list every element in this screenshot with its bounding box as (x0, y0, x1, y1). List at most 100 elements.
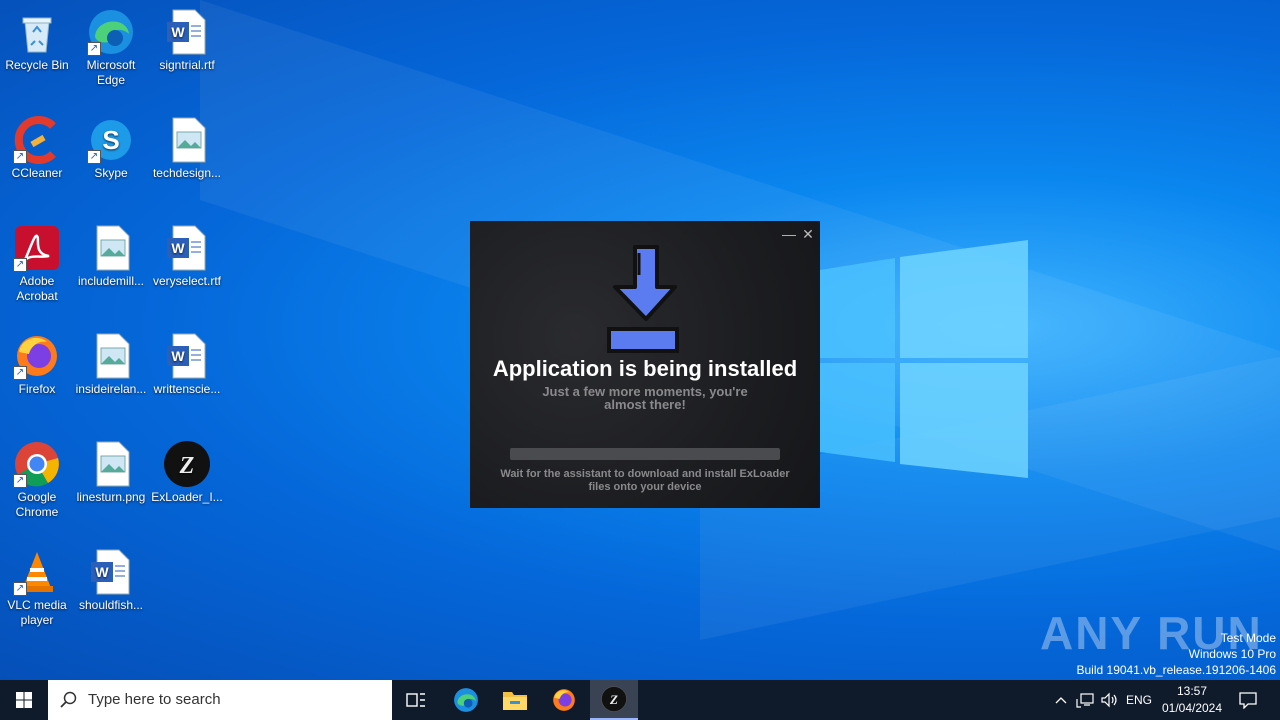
search-icon (60, 691, 77, 708)
word-document-icon: W (163, 332, 211, 380)
ccleaner-icon: ↗ (13, 116, 61, 164)
shortcut-arrow-icon: ↗ (87, 42, 101, 56)
firefox-icon: ↗ (13, 332, 61, 380)
icon-label: writtenscie... (153, 382, 221, 396)
icon-label: techdesign... (152, 166, 222, 180)
icon-label: Firefox (18, 382, 56, 396)
desktop-icon-recycle-bin[interactable]: Recycle Bin (0, 8, 75, 73)
search-placeholder: Type here to search (88, 691, 221, 708)
download-arrow-icon (607, 245, 679, 353)
notification-icon (1239, 692, 1257, 709)
taskbar: Type here to search Z ENG 13:57 01/04/20… (0, 680, 1280, 720)
icon-label: Google Chrome (15, 490, 59, 519)
desktop-icon-includemill[interactable]: includemill... (73, 224, 149, 289)
icon-label: CCleaner (11, 166, 63, 180)
icon-label: ExLoader_I... (151, 490, 223, 504)
shortcut-arrow-icon: ↗ (13, 258, 27, 272)
shortcut-arrow-icon: ↗ (13, 474, 27, 488)
desktop-icon-writtenscie[interactable]: W writtenscie... (149, 332, 225, 397)
desktop-icon-insideirelan[interactable]: insideirelan... (73, 332, 149, 397)
desktop-icon-shouldfish[interactable]: W shouldfish... (73, 548, 149, 613)
install-progress-bar (510, 448, 780, 460)
svg-text:Z: Z (179, 453, 195, 479)
svg-text:W: W (171, 348, 185, 364)
image-file-icon (87, 440, 135, 488)
edge-icon (454, 688, 478, 712)
desktop-icon-techdesign[interactable]: techdesign... (149, 116, 225, 181)
icon-label: linesturn.png (76, 490, 146, 504)
watermark-info: Test Mode Windows 10 Pro Build 19041.vb_… (1077, 630, 1277, 678)
svg-text:S: S (102, 125, 119, 155)
desktop-icon-ccleaner[interactable]: ↗ CCleaner (0, 116, 75, 181)
dialog-subtitle: Just a few more moments, you're almost t… (542, 384, 748, 412)
edge-icon: ↗ (87, 8, 135, 56)
clock-time: 13:57 (1176, 684, 1208, 698)
task-view-icon (406, 693, 425, 707)
shortcut-arrow-icon: ↗ (13, 150, 27, 164)
installer-dialog: — ✕ Application is being installed Just … (470, 221, 820, 508)
windows-start-icon (16, 692, 32, 708)
dialog-title: Application is being installed (492, 356, 798, 381)
image-file-icon (163, 116, 211, 164)
taskbar-file-explorer-button[interactable] (491, 680, 539, 720)
word-document-icon: W (163, 224, 211, 272)
icon-label: Skype (94, 166, 128, 180)
chrome-icon: ↗ (13, 440, 61, 488)
svg-text:W: W (95, 564, 109, 580)
svg-text:W: W (171, 24, 185, 40)
image-file-icon (87, 224, 135, 272)
icon-label: Recycle Bin (5, 58, 69, 72)
taskbar-clock[interactable]: 13:57 01/04/2024 (1156, 683, 1228, 717)
start-button[interactable] (0, 680, 48, 720)
shortcut-arrow-icon: ↗ (13, 582, 27, 596)
desktop-icon-signtrial[interactable]: W signtrial.rtf (149, 8, 225, 73)
desktop: Recycle Bin ↗ Microsoft Edge W signtrial… (0, 0, 1280, 680)
chevron-up-icon (1055, 697, 1067, 704)
volume-button[interactable] (1097, 680, 1121, 720)
desktop-icon-exloader[interactable]: Z ExLoader_I... (149, 440, 225, 505)
desktop-icon-linesturn[interactable]: linesturn.png (73, 440, 149, 505)
image-file-icon (87, 332, 135, 380)
word-document-icon: W (163, 8, 211, 56)
desktop-icon-adobe-acrobat[interactable]: ↗ Adobe Acrobat (0, 224, 75, 304)
windows-logo (820, 240, 1028, 478)
icon-label: VLC media player (7, 598, 67, 627)
desktop-icon-skype[interactable]: S ↗ Skype (73, 116, 149, 181)
dialog-hint: Wait for the assistant to download and i… (500, 468, 790, 493)
show-hidden-icons-button[interactable] (1050, 680, 1072, 720)
desktop-icon-veryselect[interactable]: W veryselect.rtf (149, 224, 225, 289)
skype-icon: S ↗ (87, 116, 135, 164)
action-center-button[interactable] (1230, 680, 1266, 720)
taskbar-edge-button[interactable] (442, 680, 490, 720)
task-view-button[interactable] (392, 680, 440, 720)
build-label: Build 19041.vb_release.191206-1406 (1076, 663, 1277, 677)
icon-label: includemill... (77, 274, 145, 288)
speaker-icon (1101, 692, 1117, 708)
desktop-icon-firefox[interactable]: ↗ Firefox (0, 332, 75, 397)
icon-label: Microsoft Edge (86, 58, 136, 87)
adobe-acrobat-icon: ↗ (13, 224, 61, 272)
taskbar-search-box[interactable]: Type here to search (48, 680, 392, 720)
icon-label: insideirelan... (75, 382, 147, 396)
windows-edition-label: Windows 10 Pro (1188, 647, 1276, 661)
desktop-icon-edge[interactable]: ↗ Microsoft Edge (73, 8, 149, 88)
icon-label: signtrial.rtf (159, 58, 215, 72)
desktop-icon-google-chrome[interactable]: ↗ Google Chrome (0, 440, 75, 520)
vlc-icon: ↗ (13, 548, 61, 596)
icon-label: veryselect.rtf (152, 274, 221, 288)
shortcut-arrow-icon: ↗ (87, 150, 101, 164)
network-button[interactable] (1073, 680, 1097, 720)
minimize-button[interactable]: — (780, 225, 798, 243)
input-language-indicator[interactable]: ENG (1122, 680, 1156, 720)
shortcut-arrow-icon: ↗ (13, 366, 27, 380)
taskbar-firefox-button[interactable] (540, 680, 588, 720)
icon-label: Adobe Acrobat (16, 274, 58, 303)
word-document-icon: W (87, 548, 135, 596)
clock-date: 01/04/2024 (1161, 701, 1223, 715)
desktop-icon-vlc[interactable]: ↗ VLC media player (0, 548, 75, 628)
file-explorer-icon (503, 692, 527, 710)
recycle-bin-icon (13, 8, 61, 56)
taskbar-exloader-button[interactable]: Z (590, 680, 638, 720)
close-button[interactable]: ✕ (799, 225, 817, 243)
firefox-icon (553, 689, 575, 711)
